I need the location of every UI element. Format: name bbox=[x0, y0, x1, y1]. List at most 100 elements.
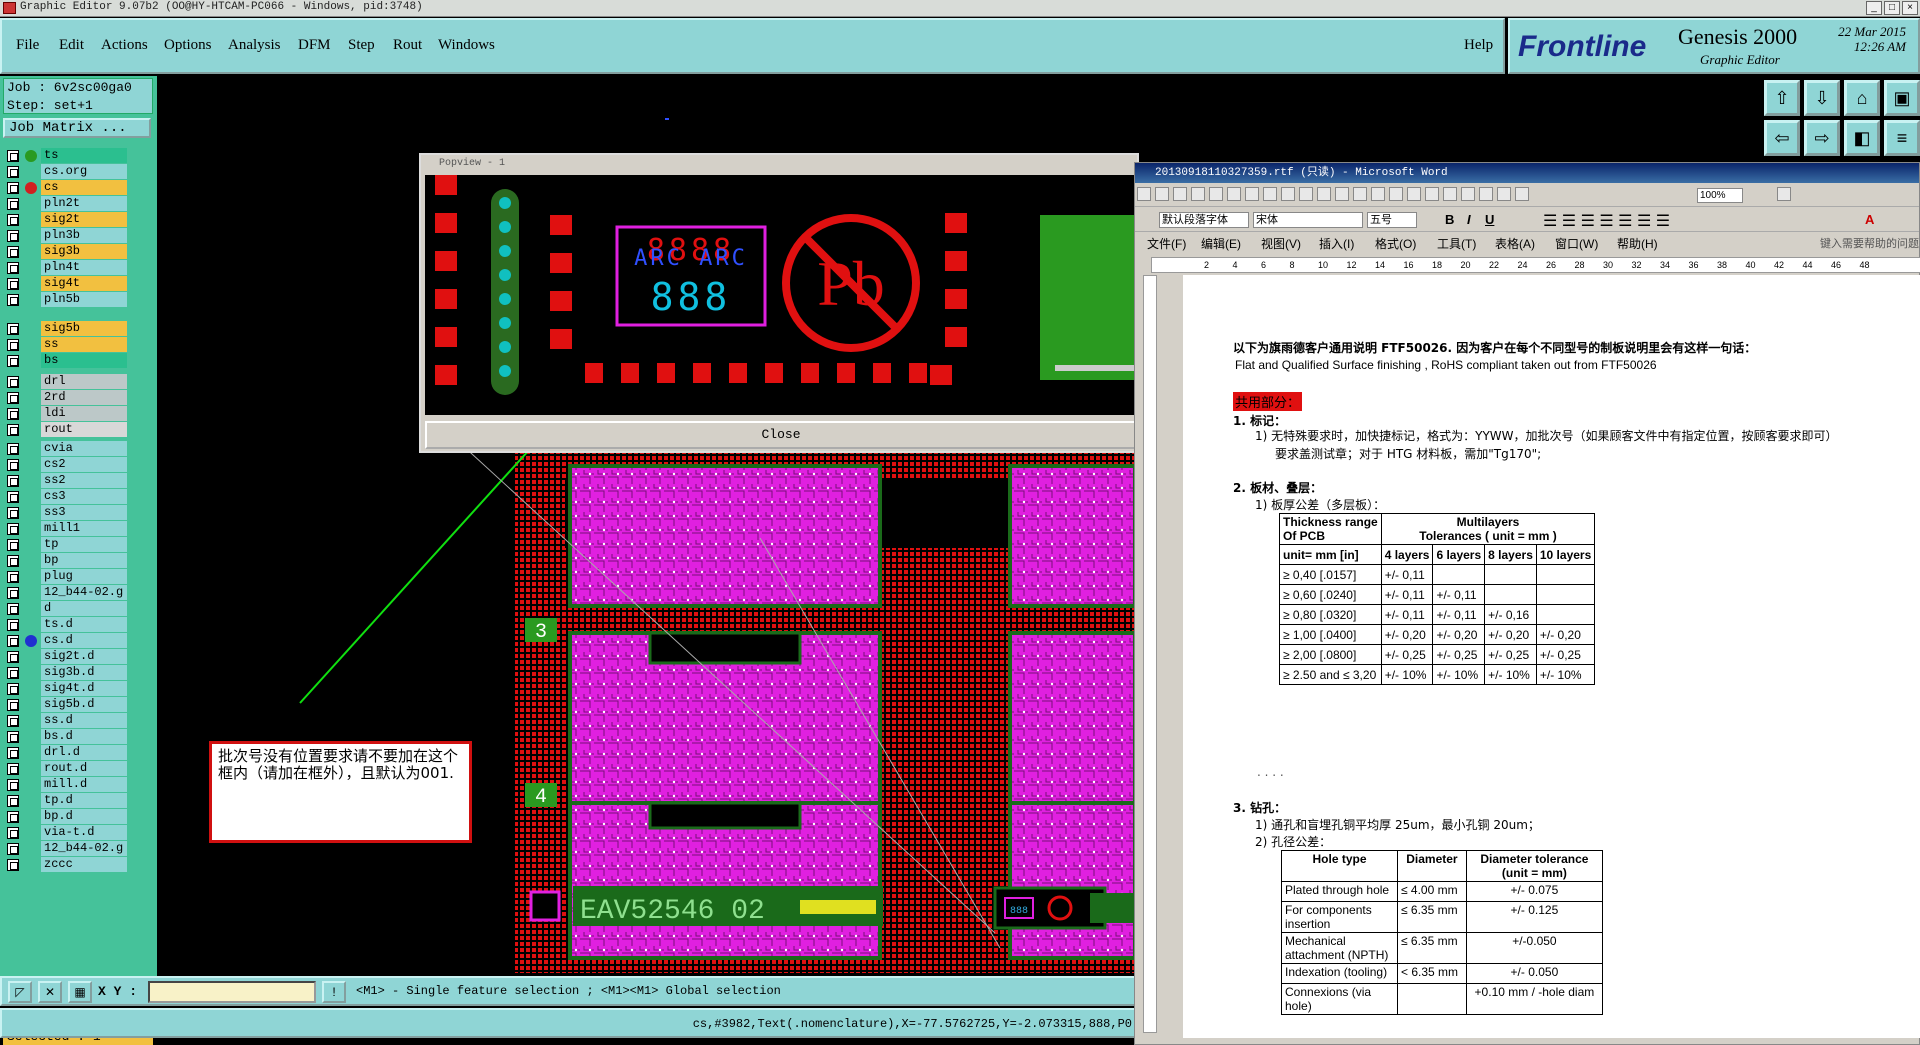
mail-icon[interactable] bbox=[1209, 187, 1223, 201]
layer-checkbox[interactable] bbox=[7, 338, 19, 351]
layer-name[interactable]: zccc bbox=[41, 856, 127, 872]
layer-name[interactable]: pln5b bbox=[41, 292, 127, 307]
format-painter-icon[interactable] bbox=[1353, 187, 1367, 201]
home-icon[interactable]: ⌂ bbox=[1844, 80, 1880, 116]
columns-icon[interactable] bbox=[1461, 187, 1475, 201]
close-button[interactable]: × bbox=[1902, 1, 1918, 15]
layer-name[interactable]: ss.d bbox=[41, 712, 127, 728]
layer-name[interactable]: tp bbox=[41, 536, 127, 552]
font-box[interactable]: 宋体 bbox=[1253, 212, 1363, 228]
layer-name[interactable]: sig4t.d bbox=[41, 680, 127, 696]
size-box[interactable]: 五号 bbox=[1367, 212, 1417, 228]
layer-name[interactable]: cs bbox=[41, 180, 127, 195]
layer-name[interactable]: rout.d bbox=[41, 760, 127, 776]
zoom-icon[interactable]: ◸ bbox=[8, 981, 32, 1003]
layer-name[interactable]: cs.org bbox=[41, 164, 127, 179]
align-icons[interactable]: ☰ ☰ ☰ ☰ ☰ ☰ ☰ bbox=[1543, 211, 1723, 230]
layer-checkbox[interactable] bbox=[7, 166, 19, 178]
layer-name[interactable]: cs3 bbox=[41, 488, 127, 504]
layer-name[interactable]: bp bbox=[41, 552, 127, 568]
layer-row[interactable]: ts bbox=[4, 148, 152, 164]
copy-icon[interactable] bbox=[1317, 187, 1331, 201]
layer-checkbox[interactable] bbox=[7, 618, 19, 631]
menu-rout[interactable]: Rout bbox=[393, 37, 422, 54]
italic-icon[interactable]: I bbox=[1467, 212, 1471, 227]
layer-checkbox[interactable] bbox=[7, 262, 19, 274]
layer-row[interactable]: bs.d bbox=[4, 728, 152, 745]
menu-file[interactable]: File bbox=[16, 37, 39, 54]
layer-checkbox[interactable] bbox=[7, 506, 19, 519]
table-icon[interactable] bbox=[1425, 187, 1439, 201]
layer-name[interactable]: bs bbox=[41, 352, 127, 368]
layer-row[interactable]: ss3 bbox=[4, 504, 152, 521]
layer-checkbox[interactable] bbox=[7, 214, 19, 226]
layer-checkbox[interactable] bbox=[7, 650, 19, 663]
layer-name[interactable]: pln4t bbox=[41, 260, 127, 275]
layer-name[interactable]: d bbox=[41, 600, 127, 616]
layer-checkbox[interactable] bbox=[7, 150, 19, 162]
menu-edit[interactable]: Edit bbox=[59, 37, 84, 54]
word-menu-table[interactable]: 表格(A) bbox=[1495, 233, 1535, 255]
layer-row[interactable]: cvia bbox=[4, 440, 152, 457]
layer-checkbox[interactable] bbox=[7, 294, 19, 306]
layer-row[interactable]: 12_b44-02.g bbox=[4, 840, 152, 857]
grid-icon[interactable]: ▦ bbox=[68, 981, 92, 1003]
layer-row[interactable]: tp.d bbox=[4, 792, 152, 809]
job-matrix-button[interactable]: Job Matrix ... bbox=[3, 118, 151, 138]
layer-checkbox[interactable] bbox=[7, 354, 19, 367]
layer-row[interactable]: 12_b44-02.g bbox=[4, 584, 152, 601]
layer-row[interactable]: rout.d bbox=[4, 760, 152, 777]
menu-analysis[interactable]: Analysis bbox=[228, 37, 281, 54]
layer-checkbox[interactable] bbox=[7, 682, 19, 695]
layer-row[interactable]: cs3 bbox=[4, 488, 152, 505]
layer-checkbox[interactable] bbox=[7, 570, 19, 583]
layer-checkbox[interactable] bbox=[7, 246, 19, 258]
layer-row[interactable]: pln4t bbox=[4, 260, 152, 276]
layer-checkbox[interactable] bbox=[7, 407, 19, 420]
preview-icon[interactable] bbox=[1245, 187, 1259, 201]
word-menu-tools[interactable]: 工具(T) bbox=[1437, 233, 1476, 255]
layer-checkbox[interactable] bbox=[7, 375, 19, 388]
layer-row[interactable]: pln2t bbox=[4, 196, 152, 212]
cut-icon[interactable] bbox=[1299, 187, 1313, 201]
layer-row[interactable]: ss.d bbox=[4, 712, 152, 729]
layer-name[interactable]: sig2t.d bbox=[41, 648, 127, 664]
left-icon[interactable]: ⇦ bbox=[1764, 120, 1800, 156]
word-menu-format[interactable]: 格式(O) bbox=[1375, 233, 1416, 255]
layer-checkbox[interactable] bbox=[7, 714, 19, 727]
layer-name[interactable]: sig3b.d bbox=[41, 664, 127, 680]
layer-row[interactable]: bp bbox=[4, 552, 152, 569]
layer-row[interactable]: sig4t.d bbox=[4, 680, 152, 697]
layer-name[interactable]: sig5b.d bbox=[41, 696, 127, 712]
layer-name[interactable]: mill1 bbox=[41, 520, 127, 536]
layer-row[interactable]: sig2t bbox=[4, 212, 152, 228]
right-icon[interactable]: ⇨ bbox=[1804, 120, 1840, 156]
word-help-box[interactable]: 键入需要帮助的问题 bbox=[1820, 233, 1919, 255]
layer-checkbox[interactable] bbox=[7, 794, 19, 807]
zoom-box[interactable]: 100% bbox=[1697, 188, 1743, 203]
word-help-icon[interactable] bbox=[1777, 187, 1791, 201]
layer-checkbox[interactable] bbox=[7, 182, 19, 194]
font-color-icon[interactable]: A bbox=[1865, 212, 1874, 227]
layer-name[interactable]: 2rd bbox=[41, 389, 127, 405]
layer-checkbox[interactable] bbox=[7, 810, 19, 823]
layer-row[interactable]: sig3b.d bbox=[4, 664, 152, 681]
layer-name[interactable]: ss bbox=[41, 336, 127, 352]
layer-name[interactable]: cs.d bbox=[41, 632, 127, 648]
layer-row[interactable]: sig5b bbox=[4, 320, 152, 337]
layer-checkbox[interactable] bbox=[7, 391, 19, 404]
hyperlink-icon[interactable] bbox=[1407, 187, 1421, 201]
xy-input[interactable] bbox=[148, 981, 316, 1003]
layer-checkbox[interactable] bbox=[7, 198, 19, 210]
layer-name[interactable]: 12_b44-02.g bbox=[41, 840, 127, 856]
horizontal-ruler[interactable]: 2 4 6 8 10 12 14 16 18 20 22 24 26 28 30 32 34 36 38 40 42 44… bbox=[1151, 257, 1920, 273]
document-page[interactable]: 以下为旗雨德客户通用说明 FTF50026. 因为客户在每个不同型号的制板说明里… bbox=[1183, 275, 1920, 1038]
layer-name[interactable]: pln3b bbox=[41, 228, 127, 243]
layer-row[interactable]: pln3b bbox=[4, 228, 152, 244]
menu-step[interactable]: Step bbox=[348, 37, 375, 54]
popview-close-button[interactable]: Close bbox=[425, 421, 1137, 449]
layer-row[interactable]: ss2 bbox=[4, 472, 152, 489]
word-menu-file[interactable]: 文件(F) bbox=[1147, 233, 1186, 255]
split-icon[interactable]: ◧ bbox=[1844, 120, 1880, 156]
layer-row[interactable]: bp.d bbox=[4, 808, 152, 825]
